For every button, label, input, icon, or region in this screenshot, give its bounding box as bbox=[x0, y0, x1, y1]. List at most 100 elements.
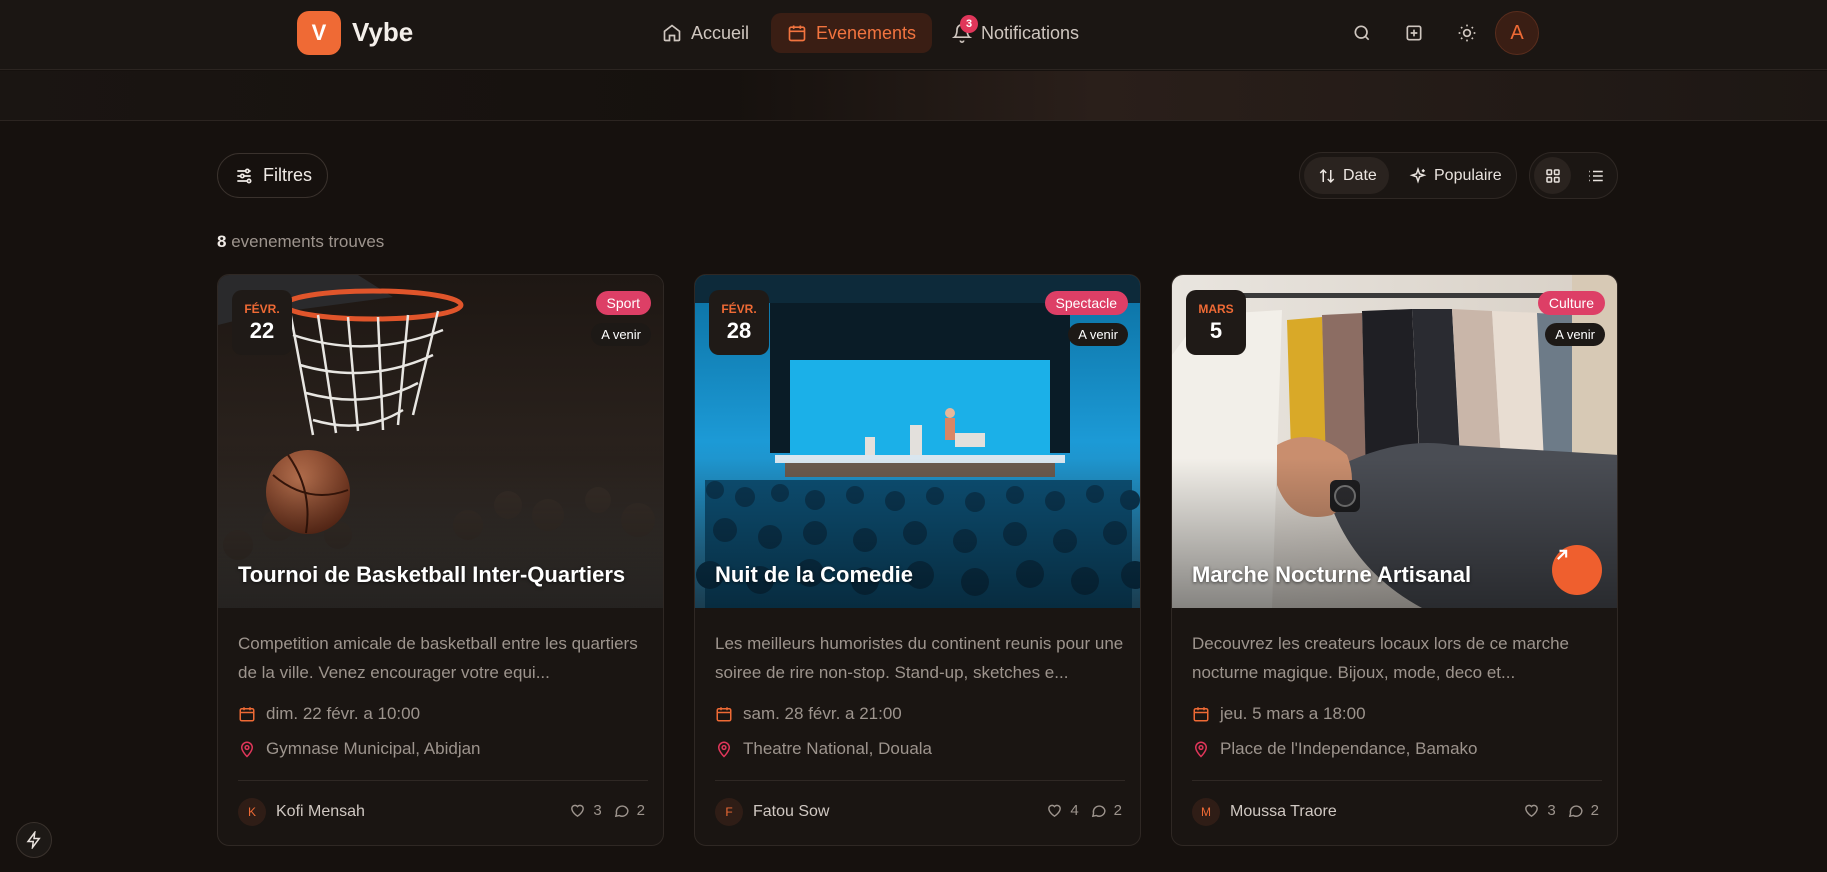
event-day: 28 bbox=[726, 317, 752, 343]
sun-icon bbox=[1458, 24, 1476, 42]
lightning-icon bbox=[26, 831, 41, 849]
event-datetime: jeu. 5 mars a 18:00 bbox=[1192, 704, 1366, 724]
event-month: FÉVR. bbox=[244, 301, 280, 316]
user-avatar-button[interactable]: A bbox=[1495, 11, 1539, 55]
dev-tools-button[interactable] bbox=[16, 822, 52, 858]
sort-by-popular-button[interactable]: Populaire bbox=[1399, 157, 1502, 194]
app-logo[interactable]: V bbox=[297, 11, 341, 55]
event-description: Competition amicale de basketball entre … bbox=[238, 634, 638, 682]
category-badge: Culture bbox=[1537, 291, 1605, 315]
event-image-theatre: FÉVR. 28 Spectacle A venir Nuit de la Co… bbox=[695, 275, 1140, 608]
event-title[interactable]: Marche Nocturne Artisanal bbox=[1192, 562, 1471, 588]
event-datetime: sam. 28 févr. a 21:00 bbox=[715, 704, 902, 724]
likes-count: 4 bbox=[1070, 802, 1079, 819]
comment-icon[interactable] bbox=[1090, 802, 1107, 819]
nav-notifications[interactable]: 3 Notifications bbox=[936, 13, 1095, 53]
nav-events-label: Evenements bbox=[816, 22, 917, 43]
sparkles-icon bbox=[1409, 166, 1427, 184]
author-name: Moussa Traore bbox=[1230, 803, 1337, 820]
calendar-icon bbox=[1193, 707, 1209, 722]
status-badge: A venir bbox=[591, 323, 651, 346]
event-title[interactable]: Nuit de la Comedie bbox=[715, 562, 913, 588]
open-event-button[interactable] bbox=[1552, 545, 1602, 595]
arrow-up-right-icon bbox=[1557, 549, 1568, 560]
comments-count: 2 bbox=[1113, 802, 1122, 819]
event-stats: 4 2 bbox=[1046, 802, 1122, 819]
results-count: 8 evenements trouves bbox=[217, 232, 384, 252]
event-date-badge: FÉVR. 22 bbox=[232, 290, 292, 355]
results-label: evenements trouves bbox=[231, 232, 385, 251]
category-badge: Sport bbox=[595, 291, 651, 315]
comments-count: 2 bbox=[1590, 802, 1599, 819]
author-avatar: F bbox=[715, 798, 743, 826]
heart-icon[interactable] bbox=[569, 802, 586, 819]
event-card[interactable]: MARS 5 Culture A venir Marche Nocturne A… bbox=[1171, 274, 1618, 846]
nav-home-label: Accueil bbox=[691, 22, 750, 43]
sliders-icon bbox=[237, 168, 252, 183]
event-card[interactable]: FÉVR. 22 Sport A venir Tournoi de Basket… bbox=[217, 274, 664, 846]
create-event-button[interactable] bbox=[1396, 15, 1432, 51]
event-date-badge: MARS 5 bbox=[1186, 290, 1246, 355]
event-day: 22 bbox=[249, 317, 275, 343]
nav-events[interactable]: Evenements bbox=[771, 13, 933, 53]
filters-button[interactable]: Filtres bbox=[217, 153, 328, 198]
view-mode-group bbox=[1529, 152, 1618, 199]
comment-icon[interactable] bbox=[1567, 802, 1584, 819]
likes-count: 3 bbox=[1547, 802, 1556, 819]
sort-by-date-button[interactable]: Date bbox=[1304, 157, 1389, 194]
list-view-button[interactable] bbox=[1577, 157, 1614, 194]
event-month: FÉVR. bbox=[721, 301, 757, 316]
author-avatar: K bbox=[238, 798, 266, 826]
results-number: 8 bbox=[217, 232, 227, 251]
map-pin-icon bbox=[1194, 741, 1208, 758]
event-location: Gymnase Municipal, Abidjan bbox=[238, 739, 481, 759]
comment-icon[interactable] bbox=[613, 802, 630, 819]
category-badge: Spectacle bbox=[1044, 291, 1128, 315]
heart-icon[interactable] bbox=[1523, 802, 1540, 819]
grid-view-button[interactable] bbox=[1534, 157, 1571, 194]
sort-toggle-group: Date Populaire bbox=[1299, 152, 1517, 199]
calendar-icon bbox=[716, 707, 732, 722]
event-stats: 3 2 bbox=[569, 802, 645, 819]
event-author[interactable]: F Fatou Sow bbox=[715, 798, 829, 826]
event-description: Les meilleurs humoristes du continent re… bbox=[715, 634, 1124, 682]
search-icon bbox=[1354, 25, 1370, 41]
event-datetime-text: dim. 22 févr. a 10:00 bbox=[266, 704, 421, 723]
map-pin-icon bbox=[240, 741, 254, 758]
author-name: Fatou Sow bbox=[753, 803, 830, 820]
sort-popular-label: Populaire bbox=[1434, 166, 1502, 184]
comments-count: 2 bbox=[636, 802, 645, 819]
event-datetime-text: jeu. 5 mars a 18:00 bbox=[1220, 704, 1366, 723]
event-month: MARS bbox=[1198, 301, 1234, 316]
grid-icon bbox=[1545, 168, 1560, 183]
heart-icon[interactable] bbox=[1046, 802, 1063, 819]
calendar-icon bbox=[788, 25, 806, 42]
author-avatar: M bbox=[1192, 798, 1220, 826]
sort-arrows-icon bbox=[1319, 168, 1335, 183]
nav-home[interactable]: Accueil bbox=[646, 13, 765, 53]
nav-notifications-label: Notifications bbox=[981, 22, 1080, 43]
map-pin-icon bbox=[717, 741, 731, 758]
event-location: Theatre National, Douala bbox=[715, 739, 932, 759]
event-stats: 3 2 bbox=[1523, 802, 1599, 819]
list-icon bbox=[1588, 170, 1603, 181]
event-image-market: MARS 5 Culture A venir Marche Nocturne A… bbox=[1172, 275, 1617, 608]
event-author[interactable]: K Kofi Mensah bbox=[238, 798, 365, 826]
filters-label: Filtres bbox=[263, 165, 312, 185]
event-day: 5 bbox=[1209, 317, 1223, 343]
event-card[interactable]: FÉVR. 28 Spectacle A venir Nuit de la Co… bbox=[694, 274, 1141, 846]
app-name[interactable]: Vybe bbox=[352, 17, 413, 48]
home-icon bbox=[663, 24, 681, 42]
search-button[interactable] bbox=[1344, 15, 1380, 51]
event-title[interactable]: Tournoi de Basketball Inter-Quartiers bbox=[238, 562, 625, 588]
event-location-text: Place de l'Independance, Bamako bbox=[1220, 739, 1478, 758]
sort-date-label: Date bbox=[1343, 166, 1377, 184]
event-location-text: Gymnase Municipal, Abidjan bbox=[266, 739, 481, 758]
event-location: Place de l'Independance, Bamako bbox=[1192, 739, 1477, 759]
event-author[interactable]: M Moussa Traore bbox=[1192, 798, 1337, 826]
theme-toggle-button[interactable] bbox=[1449, 15, 1485, 51]
likes-count: 3 bbox=[593, 802, 602, 819]
top-navbar: V Vybe Accueil Evenements 3 Notification… bbox=[0, 0, 1827, 70]
event-datetime-text: sam. 28 févr. a 21:00 bbox=[743, 704, 902, 723]
divider bbox=[715, 780, 1125, 781]
